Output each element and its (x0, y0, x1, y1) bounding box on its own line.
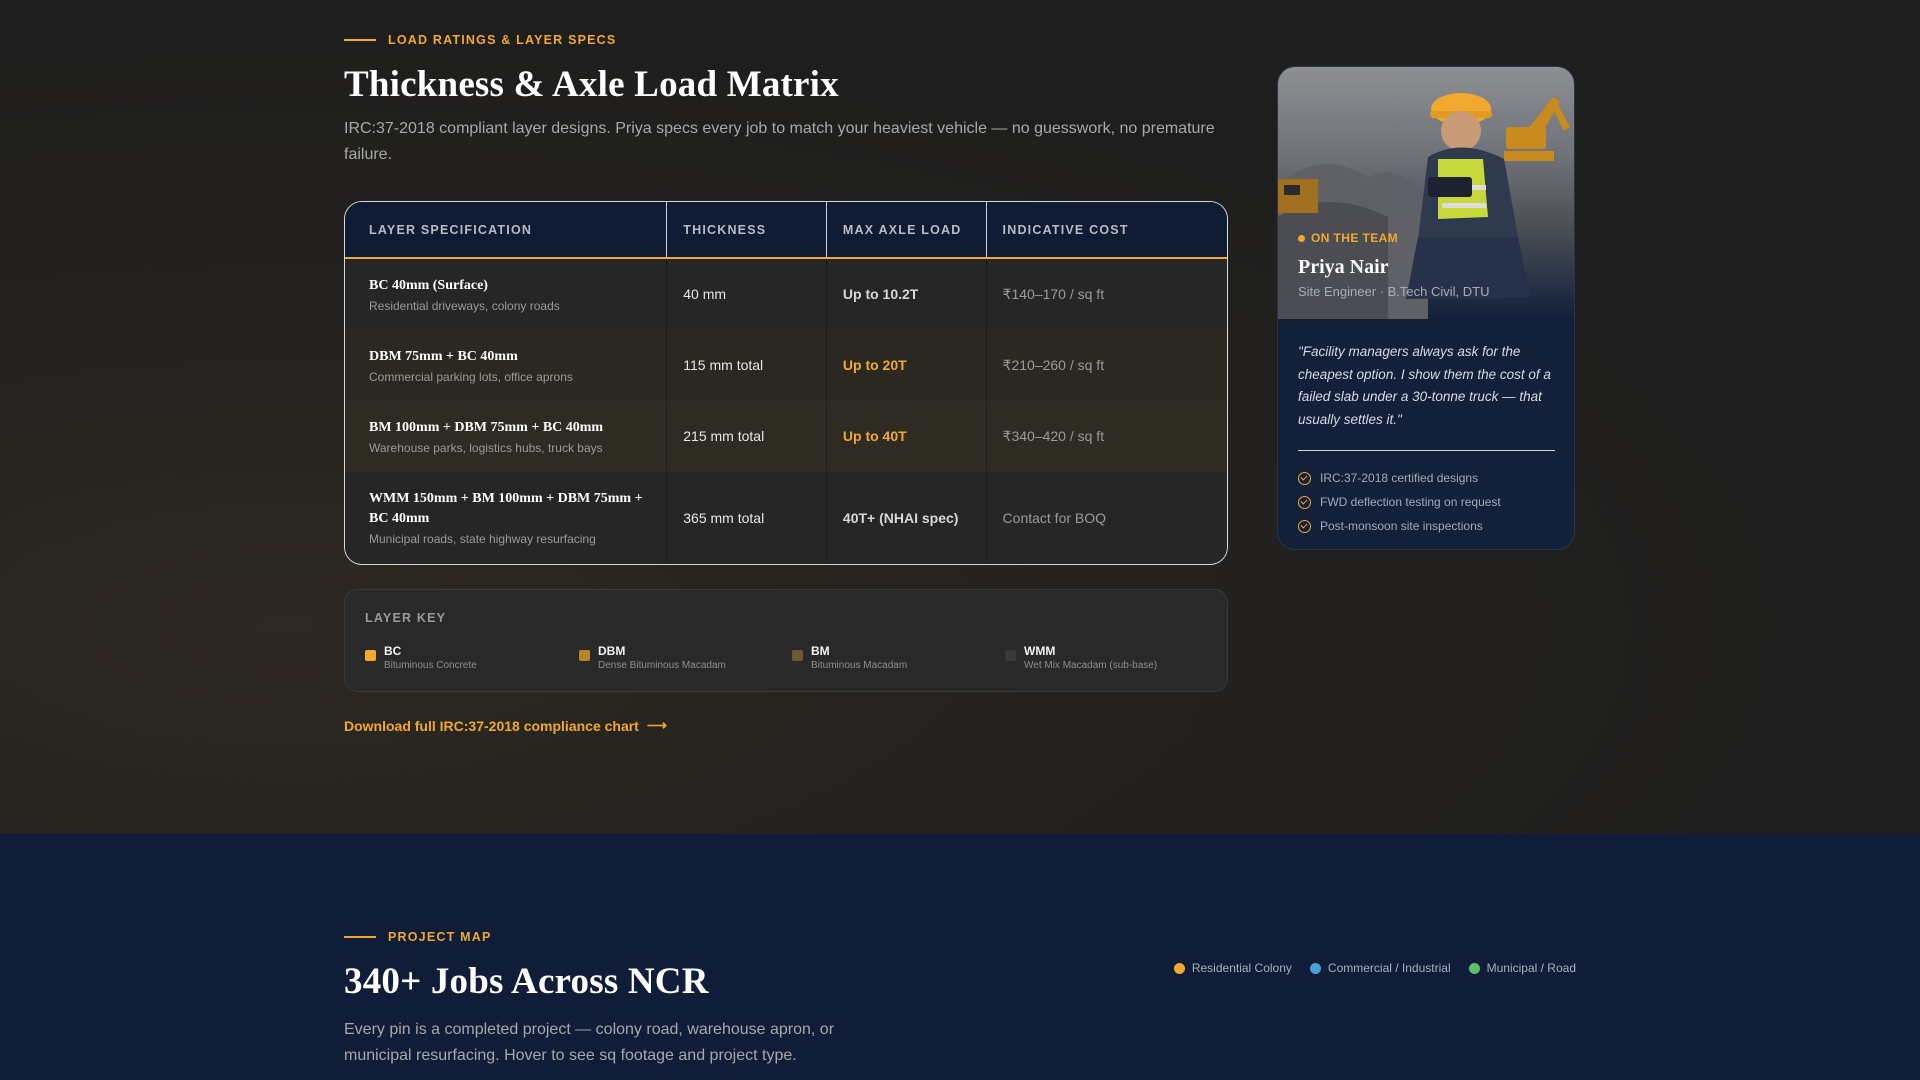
spec-title: BM 100mm + DBM 75mm + BC 40mm (369, 419, 604, 435)
spec-cell: DBM 75mm + BC 40mm Commercial parking lo… (345, 330, 666, 400)
specs-eyebrow-label: LOAD RATINGS & LAYER SPECS (388, 33, 617, 47)
header-max-axle-load: MAX AXLE LOAD (825, 202, 986, 257)
wmm-swatch-icon (1005, 650, 1016, 661)
engineer-photo: ON THE TEAM Priya Nair Site Engineer · B… (1278, 67, 1574, 319)
thickness-cell: 365 mm total (666, 472, 826, 563)
check-circle-icon (1298, 471, 1311, 485)
load-cell: Up to 10.2T (825, 259, 986, 329)
eyebrow-rule (344, 39, 376, 41)
credential-label: FWD deflection testing on request (1320, 495, 1501, 509)
layer-key-item: WMM Wet Mix Macadam (sub-base) (1005, 644, 1157, 671)
person-name: Priya Nair (1298, 256, 1389, 278)
badge-label: ON THE TEAM (1311, 231, 1399, 245)
bc-swatch-icon (365, 650, 376, 661)
spec-cell: WMM 150mm + BM 100mm + DBM 75mm + BC 40m… (345, 472, 666, 563)
layer-key-name: WMM (1024, 644, 1056, 658)
cost-cell: Contact for BOQ (985, 472, 1227, 563)
specs-lead: IRC:37-2018 compliant layer designs. Pri… (344, 120, 1215, 163)
legend-commercial: Commercial / Industrial (1309, 961, 1451, 975)
spec-title: DBM 75mm + BC 40mm (369, 348, 518, 364)
load-cell: 40T+ (NHAI spec) (825, 472, 986, 563)
residential-dot-icon (1173, 962, 1185, 974)
team-card: ON THE TEAM Priya Nair Site Engineer · B… (1277, 66, 1575, 550)
layer-key-desc: Wet Mix Macadam (sub-base) (1024, 660, 1158, 671)
engineer-photo-illustration (1278, 93, 1570, 319)
spec-use: Commercial parking lots, office aprons (369, 369, 573, 384)
legend-label: Commercial / Industrial (1327, 961, 1451, 975)
layer-key-item: BC Bituminous Concrete (365, 644, 477, 671)
spec-cell: BM 100mm + DBM 75mm + BC 40mm Warehouse … (345, 401, 666, 471)
load-cell: Up to 40T (825, 401, 986, 471)
commercial-dot-icon (1309, 962, 1321, 974)
map-eyebrow: PROJECT MAP (344, 930, 492, 944)
legend-label: Residential Colony (1191, 961, 1292, 975)
credential-item: FWD deflection testing on request (1298, 490, 1501, 514)
layer-key-title: LAYER KEY (365, 611, 447, 625)
check-circle-icon (1298, 519, 1311, 533)
cost-cell: ₹210–260 / sq ft (985, 330, 1227, 400)
header-indicative-cost: INDICATIVE COST (985, 202, 1227, 257)
table-row: WMM 150mm + BM 100mm + DBM 75mm + BC 40m… (345, 472, 1227, 563)
arrow-right-icon: ⟶ (646, 717, 667, 733)
layer-key: LAYER KEY BC Bituminous Concrete DBM Den… (344, 589, 1228, 692)
check-circle-icon (1298, 495, 1311, 509)
spec-use: Municipal roads, state highway resurfaci… (369, 532, 596, 546)
map-lead: Every pin is a completed project — colon… (344, 1021, 835, 1064)
table-header: LAYER SPECIFICATION THICKNESS MAX AXLE L… (345, 202, 1227, 259)
layer-key-desc: Bituminous Macadam (811, 660, 908, 671)
engineer-quote: "Facility managers always ask for the ch… (1298, 344, 1551, 427)
eyebrow-rule (344, 936, 376, 938)
table-row: DBM 75mm + BC 40mm Commercial parking lo… (345, 330, 1227, 401)
layer-key-name: BC (384, 644, 402, 658)
header-layer-spec: LAYER SPECIFICATION (369, 222, 533, 237)
map-title: 340+ Jobs Across NCR (344, 961, 709, 1002)
credential-label: Post-monsoon site inspections (1320, 519, 1483, 533)
layer-key-desc: Bituminous Concrete (384, 660, 477, 671)
spec-title: WMM 150mm + BM 100mm + DBM 75mm + BC 40m… (369, 491, 643, 526)
cost-cell: ₹340–420 / sq ft (985, 401, 1227, 471)
table-row: BM 100mm + DBM 75mm + BC 40mm Warehouse … (345, 401, 1227, 472)
header-thickness: THICKNESS (666, 202, 826, 257)
card-divider (1298, 450, 1555, 451)
spec-title: BC 40mm (Surface) (369, 277, 488, 293)
load-cell: Up to 20T (825, 330, 986, 400)
spec-cell: BC 40mm (Surface) Residential driveways,… (345, 259, 666, 329)
legend-label: Municipal / Road (1486, 961, 1576, 975)
layer-key-desc: Dense Bituminous Macadam (598, 660, 726, 671)
credentials-list: IRC:37-2018 certified designs FWD deflec… (1298, 466, 1501, 538)
person-role: Site Engineer · B.Tech Civil, DTU (1298, 284, 1490, 299)
layer-key-item: BM Bituminous Macadam (792, 644, 907, 671)
thickness-cell: 40 mm (666, 259, 826, 329)
legend-residential: Residential Colony (1173, 961, 1292, 975)
municipal-dot-icon (1468, 962, 1480, 974)
load-matrix-table: LAYER SPECIFICATION THICKNESS MAX AXLE L… (344, 201, 1228, 565)
thickness-cell: 215 mm total (666, 401, 826, 471)
legend-municipal: Municipal / Road (1468, 961, 1576, 975)
cost-cell: ₹140–170 / sq ft (985, 259, 1227, 329)
download-compliance-chart-link[interactable]: Download full IRC:37-2018 compliance cha… (344, 717, 667, 734)
layer-key-item: DBM Dense Bituminous Macadam (579, 644, 726, 671)
badge-dot-icon (1298, 234, 1305, 242)
download-link-label: Download full IRC:37-2018 compliance cha… (344, 717, 639, 734)
table-row: BC 40mm (Surface) Residential driveways,… (345, 259, 1227, 330)
thickness-cell: 115 mm total (666, 330, 826, 400)
map-legend: Residential Colony Commercial / Industri… (1173, 961, 1576, 975)
dbm-swatch-icon (579, 650, 590, 661)
map-eyebrow-label: PROJECT MAP (388, 930, 492, 944)
spec-use: Warehouse parks, logistics hubs, truck b… (369, 440, 603, 455)
spec-use: Residential driveways, colony roads (369, 298, 560, 313)
layer-key-name: DBM (598, 644, 626, 658)
bm-swatch-icon (792, 650, 803, 661)
specs-title: Thickness & Axle Load Matrix (344, 64, 839, 105)
specs-eyebrow: LOAD RATINGS & LAYER SPECS (344, 33, 616, 47)
credential-item: IRC:37-2018 certified designs (1298, 466, 1501, 490)
on-the-team-badge: ON THE TEAM (1298, 231, 1398, 245)
credential-item: Post-monsoon site inspections (1298, 514, 1501, 538)
layer-key-name: BM (811, 644, 830, 658)
project-map-section (0, 834, 1920, 1080)
credential-label: IRC:37-2018 certified designs (1320, 471, 1479, 485)
